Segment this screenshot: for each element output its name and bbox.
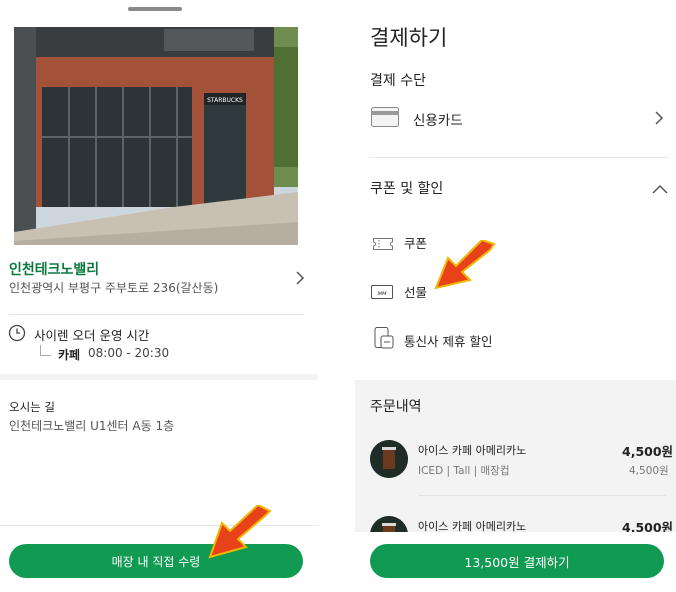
section-divider [0, 374, 318, 380]
store-name: 인천테크노밸리 [9, 262, 100, 278]
divider [370, 157, 668, 158]
telecom-discount-option[interactable]: 통신사 제휴 할인 [404, 331, 492, 350]
coupon-discount-title: 쿠폰 및 할인 [370, 181, 444, 197]
chevron-right-icon[interactable] [293, 270, 307, 285]
operating-hours-title: 사이렌 오더 운영 시간 [34, 328, 150, 343]
gift-option[interactable]: 선물 [404, 282, 427, 301]
gift-card-icon: ᴍᴍ [371, 284, 393, 299]
svg-text:ᴍᴍ: ᴍᴍ [377, 290, 387, 297]
product-image [370, 440, 408, 478]
divider [9, 314, 304, 315]
chevron-up-icon[interactable] [652, 181, 668, 195]
divider [418, 495, 666, 496]
coupon-icon [373, 235, 393, 250]
page-title: 결제하기 [370, 26, 448, 50]
coupon-option[interactable]: 쿠폰 [404, 233, 427, 252]
chevron-right-icon[interactable] [652, 110, 666, 125]
directions-title: 오시는 길 [9, 400, 55, 414]
hours-category-label: 카페 [58, 348, 81, 362]
svg-text:STARBUCKS: STARBUCKS [207, 97, 243, 104]
order-history-title: 주문내역 [370, 399, 422, 415]
clock-icon [8, 324, 26, 342]
product-options: ICED | Tall | 매장컵 [418, 465, 510, 477]
annotation-arrow-icon [208, 505, 272, 559]
store-photo: STARBUCKS [14, 27, 298, 245]
product-subtotal: 4,500원 [629, 465, 669, 477]
hours-time: 08:00 - 20:30 [88, 346, 170, 360]
credit-card-icon [371, 107, 399, 127]
telecom-discount-icon [372, 327, 394, 349]
sheet-drag-handle[interactable] [128, 7, 182, 11]
tree-branch-line [40, 345, 51, 356]
annotation-arrow-icon [434, 240, 496, 290]
store-address: 인천광역시 부평구 주부토로 236(갈산동) [9, 281, 219, 295]
directions-text: 인천테크노밸리 U1센터 A동 1층 [9, 419, 175, 433]
product-price: 4,500원 [622, 444, 674, 459]
pay-button[interactable]: 13,500원 결제하기 [370, 544, 664, 578]
credit-card-option[interactable]: 신용카드 [413, 109, 463, 129]
product-name: 아이스 카페 아메리카노 [418, 444, 527, 457]
payment-method-title: 결제 수단 [370, 73, 426, 89]
